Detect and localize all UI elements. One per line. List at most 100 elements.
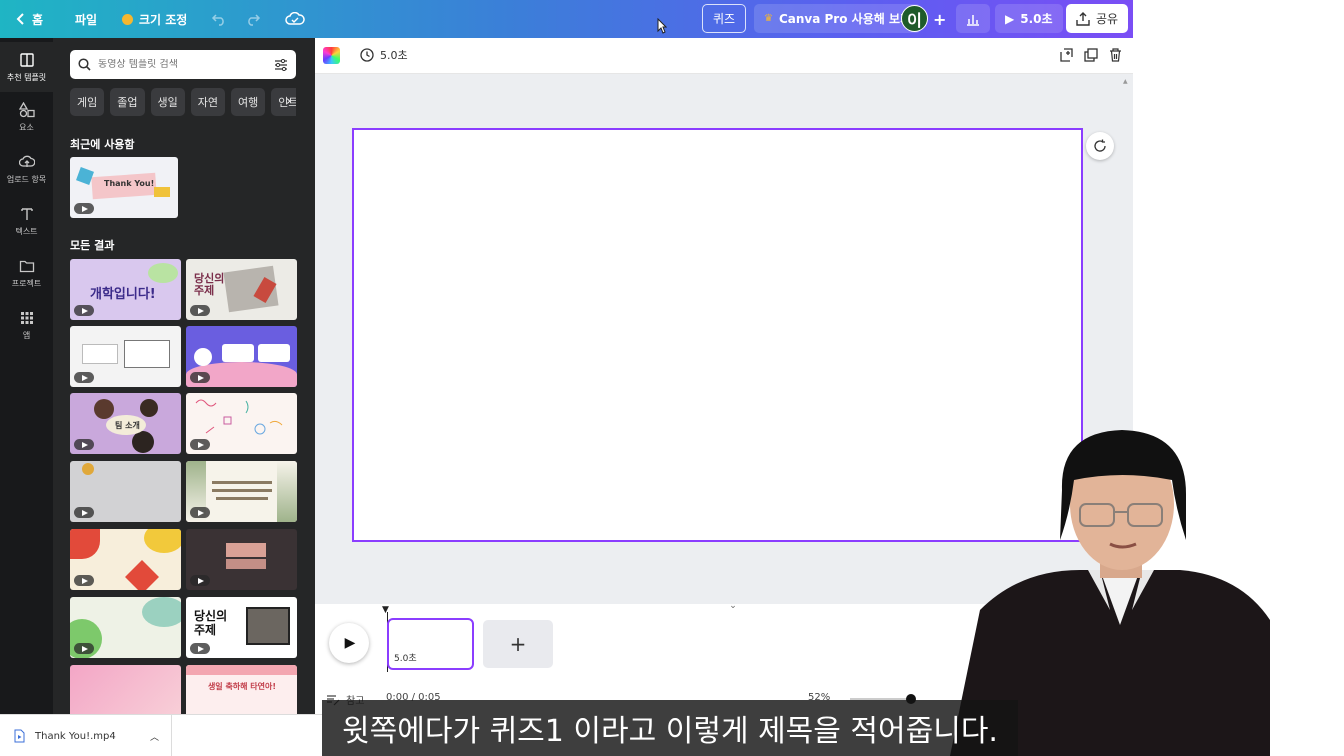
clip-duration: 5.0초: [394, 654, 417, 664]
download-item[interactable]: Thank You!.mp4 ︿: [0, 715, 172, 756]
undo-button[interactable]: [211, 0, 227, 38]
redo-button[interactable]: [245, 0, 261, 38]
rail-item-text[interactable]: 텍스트: [0, 196, 53, 246]
timeline-play-button[interactable]: ▶: [329, 623, 369, 663]
rail-item-elements[interactable]: 요소: [0, 92, 53, 142]
template-thumb[interactable]: 당신의 주제: [186, 597, 297, 658]
play-icon: ▶: [1005, 11, 1015, 26]
add-collaborator-button[interactable]: +: [933, 0, 946, 38]
play-icon: ▶: [344, 635, 356, 651]
chip-nature[interactable]: 자연: [190, 88, 225, 116]
clock-icon: [360, 48, 374, 62]
crown-icon: ♛: [764, 13, 773, 24]
rail-item-projects[interactable]: 프로젝트: [0, 248, 53, 298]
video-badge-icon: [74, 643, 94, 654]
template-thumb[interactable]: [70, 461, 181, 522]
present-duration: 5.0초: [1020, 12, 1053, 26]
file-label: 파일: [75, 12, 98, 27]
video-badge-icon: [74, 372, 94, 383]
avatar[interactable]: 이: [901, 5, 928, 32]
color-picker-button[interactable]: [323, 47, 340, 64]
template-thumb[interactable]: [70, 529, 181, 590]
canva-pro-label: Canva Pro 사용해 보기: [778, 12, 912, 26]
template-thumb[interactable]: 생일 축하해 타연아!: [186, 665, 297, 714]
present-button[interactable]: ▶ 5.0초: [995, 4, 1063, 33]
regenerate-button[interactable]: [1086, 132, 1114, 160]
add-page-icon[interactable]: [1059, 48, 1073, 62]
screen: 홈 파일 크기 조정 퀴즈 ♛ Canva Pro 사용해 보기 이 + ▶ 5…: [0, 0, 1344, 756]
duration-button[interactable]: 5.0초: [360, 47, 408, 63]
scrollbar-up-arrow[interactable]: ▲: [1123, 78, 1129, 85]
rail-item-templates[interactable]: 추천 템플릿: [0, 42, 53, 92]
rail-label: 요소: [19, 122, 34, 132]
template-thumb[interactable]: [186, 461, 297, 522]
template-thumb[interactable]: [70, 597, 181, 658]
trash-icon[interactable]: [1109, 48, 1122, 62]
rail-label: 추천 템플릿: [6, 72, 47, 82]
filter-icon[interactable]: [274, 58, 288, 71]
expand-timeline-handle[interactable]: ⌄: [715, 602, 751, 611]
file-menu[interactable]: 파일: [75, 0, 97, 38]
video-badge-icon: [74, 507, 94, 518]
left-rail: 추천 템플릿 요소 업로드 항목 텍스트 프로젝트 앱: [0, 38, 53, 714]
chip-birthday[interactable]: 생일: [150, 88, 185, 116]
timeline-clip[interactable]: 5.0초: [387, 618, 474, 670]
text-icon: [20, 207, 33, 220]
upload-icon: [1076, 11, 1090, 26]
download-filename: Thank You!.mp4: [35, 730, 116, 742]
thumb-text: Thank You!: [104, 179, 155, 188]
template-thumb[interactable]: [70, 326, 181, 387]
chip-travel[interactable]: 여행: [231, 88, 266, 116]
share-button[interactable]: 공유: [1066, 4, 1129, 33]
chevron-up-icon[interactable]: ︿: [150, 730, 159, 743]
home-button[interactable]: 홈: [16, 0, 43, 38]
add-clip-button[interactable]: +: [483, 620, 553, 668]
template-thumb[interactable]: [186, 393, 297, 454]
recent-template-thumb[interactable]: Thank You!: [70, 157, 178, 218]
video-badge-icon: [190, 305, 210, 316]
cloud-icon: [285, 12, 305, 25]
canva-pro-button[interactable]: ♛ Canva Pro 사용해 보기: [754, 4, 922, 33]
template-thumb[interactable]: 개학입니다!: [70, 259, 181, 320]
chevron-right-icon[interactable]: ›: [286, 94, 291, 109]
home-label: 홈: [32, 12, 44, 27]
bar-chart-icon: [967, 14, 979, 26]
rail-item-apps[interactable]: 앱: [0, 300, 53, 350]
design-title-field[interactable]: 퀴즈: [702, 4, 747, 33]
rail-item-uploads[interactable]: 업로드 항목: [0, 144, 53, 194]
rail-label: 텍스트: [15, 226, 38, 236]
folder-icon: [19, 260, 34, 272]
chevron-left-icon: [16, 13, 24, 25]
thumb-text: 생일 축하해 타연아!: [207, 682, 277, 691]
plus-icon: +: [933, 9, 947, 29]
template-thumb[interactable]: [186, 326, 297, 387]
cloud-save-button[interactable]: [285, 0, 305, 38]
duplicate-page-icon[interactable]: [1084, 48, 1098, 62]
redo-icon: [248, 14, 261, 26]
template-thumb[interactable]: 팀 소개: [70, 393, 181, 454]
avatar-initial: 이: [907, 10, 922, 30]
template-thumb[interactable]: 당신의 주제: [186, 259, 297, 320]
thumb-text: 개학입니다!: [90, 287, 156, 302]
undo-icon: [211, 14, 224, 26]
video-badge-icon: [74, 203, 94, 214]
template-thumb[interactable]: [70, 665, 181, 714]
video-badge-icon: [190, 372, 210, 383]
chip-intro[interactable]: 인트로: [271, 88, 296, 116]
chip-graduation[interactable]: 졸업: [110, 88, 145, 116]
template-thumb[interactable]: [186, 529, 297, 590]
templates-panel: 게임 졸업 생일 자연 여행 인트로 › 최근에 사용함 Thank You! …: [53, 38, 315, 714]
upload-icon: [18, 155, 35, 167]
download-bar: Thank You!.mp4 ︿: [0, 714, 322, 756]
template-search-box[interactable]: [70, 50, 296, 79]
chip-game[interactable]: 게임: [70, 88, 105, 116]
resize-button[interactable]: 크기 조정: [122, 0, 187, 38]
rail-label: 업로드 항목: [6, 174, 47, 184]
elements-icon: [18, 101, 35, 117]
design-title: 퀴즈: [713, 12, 736, 26]
search-input[interactable]: [98, 59, 258, 70]
insights-button[interactable]: [956, 4, 990, 33]
resize-label: 크기 조정: [139, 12, 188, 27]
thumb-text: 당신의 주제: [194, 272, 225, 297]
share-label: 공유: [1096, 12, 1119, 26]
